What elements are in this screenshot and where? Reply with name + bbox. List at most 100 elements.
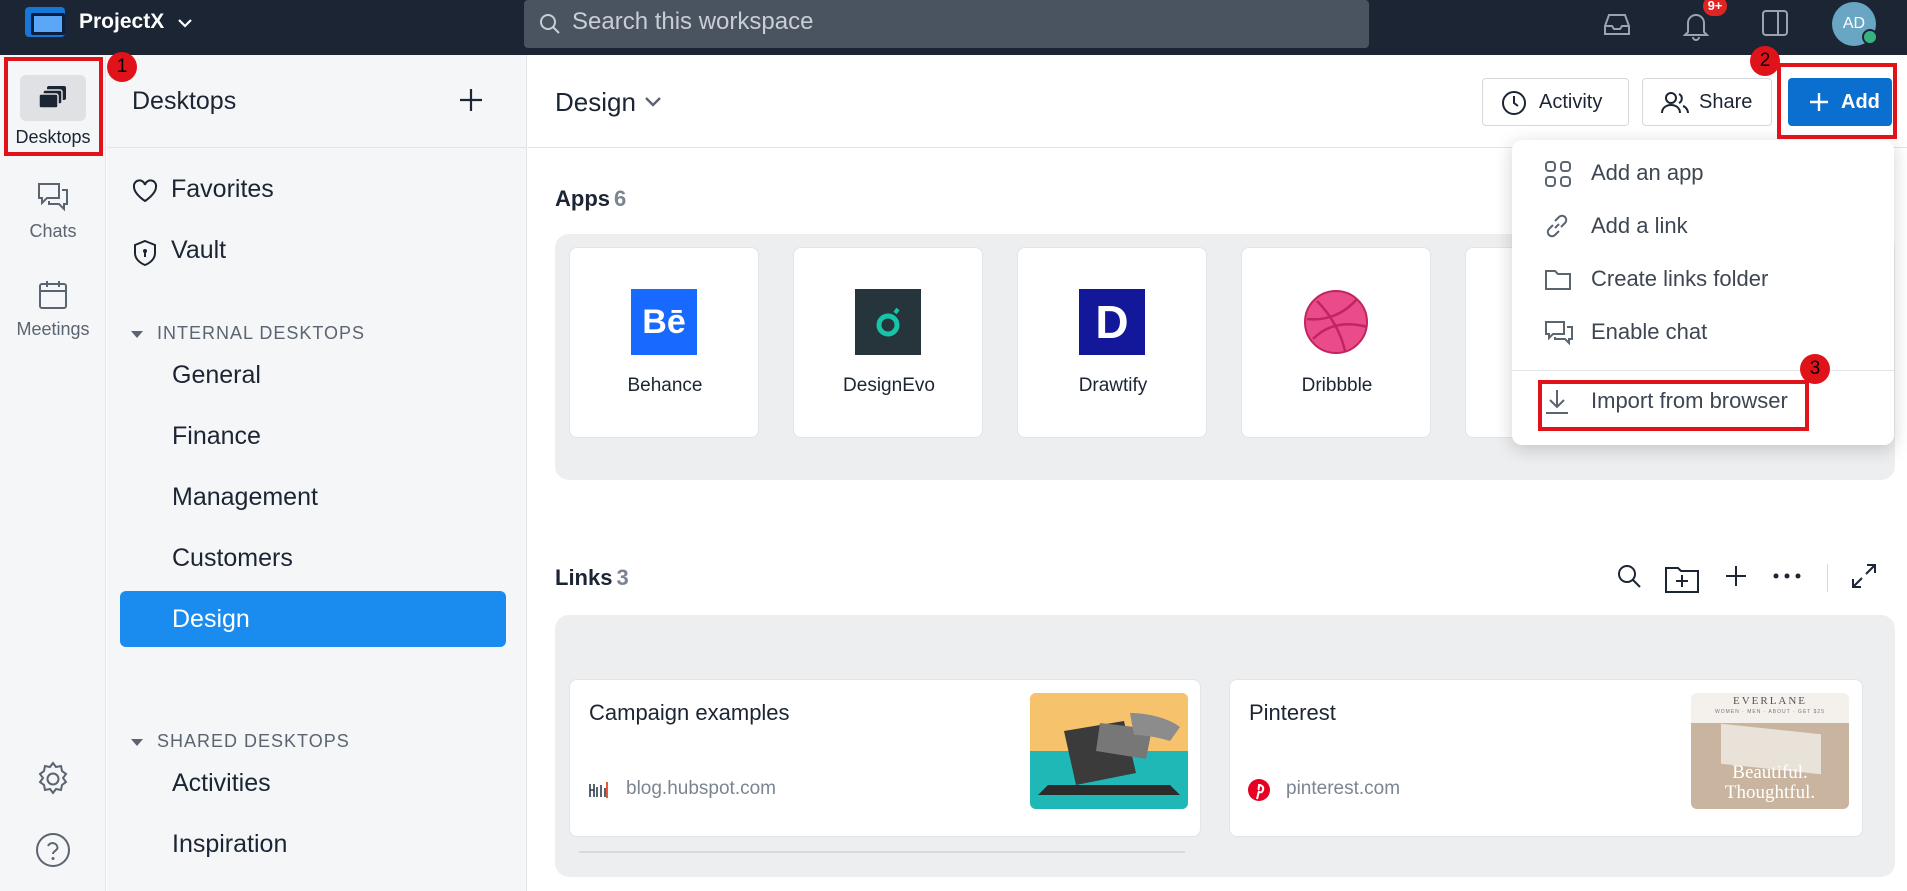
apps-section-title: Apps 6	[555, 186, 626, 212]
side-panel-icon[interactable]	[1760, 8, 1790, 38]
rail-item-label: Meetings	[16, 319, 90, 339]
chevron-down-icon[interactable]	[644, 95, 662, 109]
menu-item-add-link[interactable]: Add a link	[1512, 201, 1894, 251]
dribbble-logo-icon	[1303, 289, 1369, 355]
app-name: Drawtify	[1078, 375, 1148, 396]
sidebar-header: Desktops	[107, 55, 527, 148]
sidebar-item-finance[interactable]: Finance	[120, 408, 506, 464]
link-title: Campaign examples	[589, 700, 790, 725]
add-folder-icon[interactable]	[1664, 562, 1700, 594]
page-title[interactable]: Design	[555, 87, 636, 118]
section-label: Apps	[555, 186, 610, 211]
menu-item-label: Enable chat	[1591, 319, 1708, 344]
apps-grid-icon	[1545, 161, 1571, 187]
sidebar-item-management[interactable]: Management	[120, 469, 506, 525]
button-label: Share	[1699, 91, 1753, 113]
search-bar[interactable]	[524, 0, 1369, 48]
menu-item-create-links-folder[interactable]: Create links folder	[1512, 254, 1894, 304]
link-domain: pinterest.com	[1286, 778, 1401, 799]
app-card-drawtify[interactable]: D Drawtify	[1017, 247, 1207, 438]
add-desktop-button[interactable]	[456, 85, 486, 115]
share-button[interactable]: Share	[1642, 78, 1772, 126]
more-icon[interactable]	[1772, 562, 1802, 590]
highlight-box-desktops	[4, 57, 103, 156]
designevo-logo-icon	[855, 289, 921, 355]
sidebar-title: Desktops	[132, 87, 237, 115]
app-name: Behance	[627, 375, 703, 396]
activity-button[interactable]: Activity	[1482, 78, 1629, 126]
plus-icon	[460, 89, 482, 111]
sidebar-item-customers[interactable]: Customers	[120, 530, 506, 586]
sidebar-item-design[interactable]: Design	[120, 591, 506, 647]
chat-icon	[1545, 321, 1573, 346]
menu-item-enable-chat[interactable]: Enable chat	[1512, 307, 1894, 357]
inbox-icon[interactable]	[1601, 8, 1633, 40]
pinterest-favicon-icon	[1247, 778, 1271, 802]
rail-item-chats[interactable]: Chats	[0, 181, 106, 242]
internal-desktops-header[interactable]: INTERNAL DESKTOPS	[131, 323, 365, 344]
step-number-1: 1	[107, 52, 137, 82]
thumb-caption: Beautiful. Thoughtful.	[1691, 763, 1849, 803]
online-status-dot	[1862, 29, 1878, 45]
app-card-designevo[interactable]: DesignEvo	[793, 247, 983, 438]
app-name: DesignEvo	[843, 375, 935, 396]
search-icon	[538, 12, 562, 36]
app-logo-icon[interactable]	[25, 7, 65, 37]
menu-divider	[1512, 370, 1894, 371]
calendar-icon	[39, 281, 67, 309]
highlight-box-add	[1777, 63, 1897, 139]
behance-logo-icon: Bē	[631, 289, 697, 355]
section-label: INTERNAL DESKTOPS	[157, 323, 366, 343]
links-toolbar	[528, 562, 1907, 596]
step-number-3: 3	[1800, 354, 1830, 384]
button-label: Activity	[1539, 91, 1603, 113]
thumb-caption-line: Thoughtful.	[1724, 782, 1816, 803]
rail-item-meetings[interactable]: Meetings	[0, 279, 106, 340]
collapse-triangle-icon	[131, 738, 143, 746]
sidebar-item-activities[interactable]: Activities	[120, 755, 506, 811]
sidebar-item-general[interactable]: General	[120, 347, 506, 403]
search-input[interactable]	[572, 0, 1352, 44]
heart-icon	[132, 179, 158, 203]
chevron-down-icon[interactable]	[176, 14, 194, 32]
menu-item-label: Add an app	[1591, 160, 1704, 185]
section-label: SHARED DESKTOPS	[157, 731, 350, 751]
drawtify-logo-icon: D	[1079, 289, 1145, 355]
sidebar-item-label: Vault	[171, 236, 227, 264]
link-thumbnail	[1030, 693, 1188, 809]
search-icon[interactable]	[1615, 562, 1643, 590]
link-thumbnail: EVERLANE WOMEN · MEN · ABOUT · GET $25 B…	[1691, 693, 1849, 809]
step-number-2: 2	[1750, 46, 1780, 76]
desktops-sidebar: Desktops Favorites Vault INTERNAL DESKTO…	[107, 55, 527, 891]
sidebar-item-inspiration[interactable]: Inspiration	[120, 816, 506, 872]
app-card-dribbble[interactable]: Dribbble	[1241, 247, 1431, 438]
main-header: Design Activity Share Add	[528, 55, 1907, 148]
link-card-campaign-examples[interactable]: Campaign examples blog.hubspot.com	[569, 679, 1201, 837]
menu-item-add-app[interactable]: Add an app	[1512, 148, 1894, 198]
links-panel: Campaign examples blog.hubspot.com Pinte…	[555, 615, 1895, 877]
shield-icon	[134, 239, 156, 267]
link-card-pinterest[interactable]: Pinterest pinterest.com EVERLANE WOMEN ·…	[1229, 679, 1863, 837]
app-card-behance[interactable]: Bē Behance	[569, 247, 759, 438]
link-title: Pinterest	[1249, 700, 1336, 725]
expand-icon[interactable]	[1850, 562, 1878, 590]
settings-button[interactable]	[0, 760, 106, 798]
plus-icon[interactable]	[1722, 562, 1750, 590]
notification-badge: 9+	[1703, 0, 1727, 16]
thumb-brand: EVERLANE	[1732, 695, 1808, 707]
help-button[interactable]	[0, 832, 106, 868]
thumb-nav: WOMEN · MEN · ABOUT · GET $25	[1715, 709, 1825, 715]
collapse-triangle-icon	[131, 330, 143, 338]
workspace-name[interactable]: ProjectX	[79, 10, 164, 34]
sidebar-item-label: Favorites	[171, 175, 274, 203]
menu-item-label: Add a link	[1591, 213, 1688, 238]
folder-icon	[1545, 270, 1571, 290]
chat-icon	[38, 183, 68, 212]
link-icon	[1546, 214, 1568, 238]
clock-icon	[1502, 91, 1526, 115]
top-bar: ProjectX 9+ AD	[0, 0, 1907, 55]
shared-desktops-header[interactable]: SHARED DESKTOPS	[131, 731, 350, 752]
divider	[1827, 564, 1828, 592]
menu-item-label: Create links folder	[1591, 266, 1769, 291]
nav-rail: Desktops Chats Meetings	[0, 55, 106, 891]
